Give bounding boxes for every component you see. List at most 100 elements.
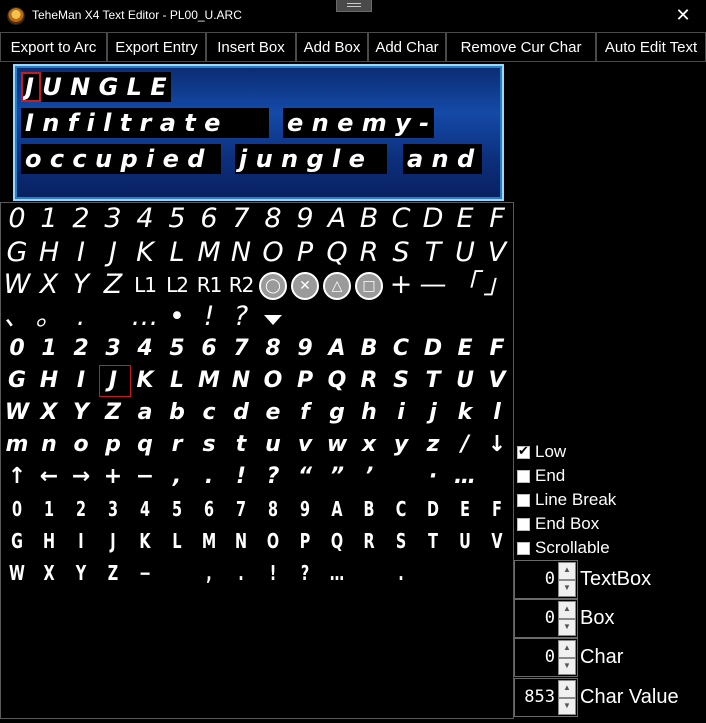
close-button[interactable]: ✕ [660, 0, 706, 32]
glyph-cell[interactable]: 4 [132, 493, 158, 525]
glyph-cell[interactable]: 。 [33, 301, 65, 333]
glyph-cell[interactable]: G [1, 365, 33, 397]
low-checkbox[interactable] [517, 443, 530, 459]
glyph-cell[interactable]: K [129, 365, 161, 397]
glyph-cell[interactable]: U [449, 237, 481, 269]
glyph-cell[interactable]: − [132, 557, 158, 589]
glyph-cell[interactable]: ! [260, 557, 286, 589]
spinner-value[interactable]: 853 [524, 679, 555, 716]
glyph-cell[interactable]: ” [321, 461, 353, 493]
spinner-up-icon[interactable]: ▲ [558, 680, 576, 698]
glyph-cell[interactable]: V [484, 525, 510, 557]
glyph-cell[interactable]: R1 [193, 269, 225, 301]
spinner-up-icon[interactable]: ▲ [558, 562, 576, 580]
glyph-cell[interactable]: R [356, 525, 382, 557]
glyph-cell[interactable] [484, 557, 510, 589]
glyph-cell[interactable]: F [481, 333, 513, 365]
glyph-cell[interactable]: G [4, 525, 30, 557]
glyph-cell[interactable]: Y [68, 557, 94, 589]
glyph-cell[interactable] [353, 301, 385, 333]
glyph-cell[interactable]: Q [321, 365, 353, 397]
glyph-cell[interactable]: x [353, 429, 385, 461]
glyph-cell[interactable]: C [385, 203, 417, 235]
glyph-cell[interactable]: O [257, 365, 289, 397]
glyph-cell[interactable]: 6 [193, 333, 225, 365]
glyph-cell[interactable]: L1 [129, 269, 161, 301]
glyph-cell[interactable]: S [385, 365, 417, 397]
option-scrollable[interactable]: Scrollable [514, 536, 706, 560]
spinner-up-icon[interactable]: ▲ [558, 601, 576, 619]
glyph-cell[interactable]: Z [97, 269, 129, 301]
glyph-cell[interactable]: ↑ [1, 461, 33, 493]
glyph-cell[interactable] [385, 461, 417, 493]
spinner-value[interactable]: 0 [545, 600, 555, 637]
glyph-cell[interactable]: . [193, 461, 225, 493]
glyph-cell[interactable]: U [452, 525, 478, 557]
glyph-cell[interactable]: 8 [257, 333, 289, 365]
glyph-cell[interactable] [449, 301, 481, 333]
add-box-button[interactable]: Add Box [296, 32, 368, 62]
glyph-cell[interactable]: 4 [129, 333, 161, 365]
glyph-cell[interactable]: . [388, 557, 414, 589]
glyph-cell[interactable]: 5 [161, 333, 193, 365]
glyph-cell[interactable]: 1 [36, 493, 62, 525]
glyph-cell[interactable]: D [417, 333, 449, 365]
char-spinner[interactable]: 0 ▲ ▼ [514, 638, 578, 677]
glyph-cell[interactable] [164, 557, 190, 589]
spinner-down-icon[interactable]: ▼ [558, 657, 576, 675]
glyph-cell[interactable]: O [260, 525, 286, 557]
glyph-cell[interactable]: — [417, 269, 449, 301]
glyph-cell[interactable]: ! [225, 461, 257, 493]
glyph-cell[interactable]: U [449, 365, 481, 397]
glyph-cell[interactable]: 1 [33, 203, 65, 235]
glyph-cell[interactable] [481, 461, 513, 493]
drag-grip[interactable] [336, 0, 372, 12]
glyph-cell[interactable]: A [321, 333, 353, 365]
glyph-cell[interactable]: + [97, 461, 129, 493]
glyph-cell[interactable]: W [4, 557, 30, 589]
glyph-cell[interactable]: □ [353, 269, 385, 301]
glyph-cell[interactable]: B [353, 203, 385, 235]
glyph-cell[interactable]: ◯ [257, 269, 289, 301]
remove-cur-char-button[interactable]: Remove Cur Char [446, 32, 596, 62]
glyph-cell[interactable]: M [196, 525, 222, 557]
glyph-cell[interactable]: ← [33, 461, 65, 493]
glyph-cell[interactable]: 9 [289, 333, 321, 365]
spinner-value[interactable]: 0 [545, 639, 555, 676]
end-checkbox[interactable] [517, 469, 530, 483]
glyph-cell[interactable]: • [161, 301, 193, 333]
glyph-cell[interactable]: D [417, 203, 449, 235]
glyph-cell[interactable]: → [65, 461, 97, 493]
glyph-cell[interactable]: E [449, 333, 481, 365]
glyph-cell[interactable]: z [417, 429, 449, 461]
glyph-cell[interactable]: . [228, 557, 254, 589]
textbox-spinner[interactable]: 0 ▲ ▼ [514, 560, 578, 599]
glyph-cell[interactable]: b [161, 397, 193, 429]
glyph-cell[interactable] [289, 301, 321, 333]
glyph-cell[interactable]: 7 [228, 493, 254, 525]
glyph-cell[interactable]: E [452, 493, 478, 525]
glyph-cell[interactable]: r [161, 429, 193, 461]
glyph-cell[interactable]: W [1, 397, 33, 429]
glyph-cell[interactable]: · [417, 461, 449, 493]
glyph-cell[interactable]: Q [324, 525, 350, 557]
glyph-cell[interactable]: . [65, 301, 97, 333]
glyph-cell[interactable]: u [257, 429, 289, 461]
char-value-spinner[interactable]: 853 ▲ ▼ [514, 678, 578, 717]
glyph-cell[interactable] [356, 557, 382, 589]
glyph-cell[interactable]: , [161, 461, 193, 493]
glyph-cell[interactable]: 2 [68, 493, 94, 525]
glyph-cell[interactable]: Q [321, 237, 353, 269]
glyph-cell[interactable]: P [289, 237, 321, 269]
glyph-cell[interactable]: i [385, 397, 417, 429]
glyph-cell[interactable]: B [356, 493, 382, 525]
glyph-cell[interactable]: 8 [257, 203, 289, 235]
glyph-cell[interactable]: Z [100, 557, 126, 589]
glyph-cell[interactable]: H [33, 237, 65, 269]
glyph-cell[interactable]: K [132, 525, 158, 557]
glyph-cell[interactable]: o [65, 429, 97, 461]
spinner-down-icon[interactable]: ▼ [558, 697, 576, 715]
glyph-cell[interactable]: h [353, 397, 385, 429]
glyph-cell[interactable]: F [481, 203, 513, 235]
glyph-cell[interactable]: … [449, 461, 481, 493]
